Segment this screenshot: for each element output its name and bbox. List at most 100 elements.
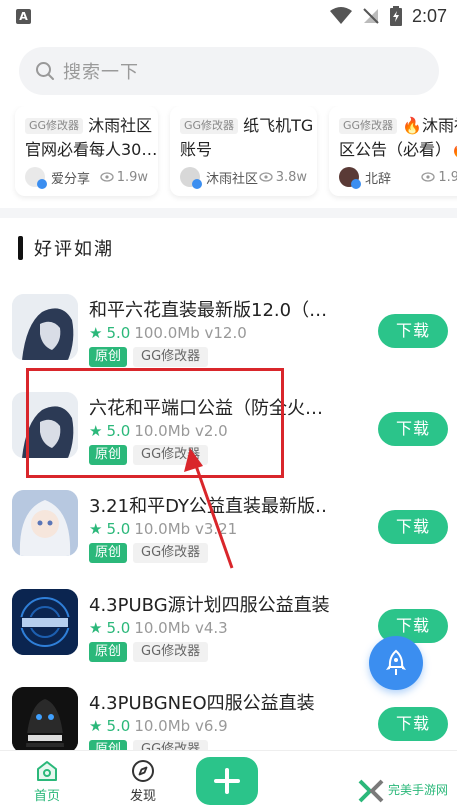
post-title: 🔥沐雨社 xyxy=(402,116,457,135)
post-card[interactable]: GG修改器 沐雨社区 官网必看每人30… 爱分享 1.9w xyxy=(15,106,158,196)
app-rating: 5.0 xyxy=(106,520,131,538)
eye-icon xyxy=(100,172,114,182)
post-views: 1.9w xyxy=(100,170,148,185)
section-title: 好评如潮 xyxy=(34,239,114,260)
rocket-button[interactable] xyxy=(369,636,423,690)
app-size-version: 100.0Mb v12.0 xyxy=(134,324,247,342)
post-title-line2: 官网必看每人30… xyxy=(25,140,158,159)
post-author: 沐雨社区 xyxy=(206,171,259,187)
post-title: 沐雨社区 xyxy=(88,116,153,135)
watermark: 完美手游网 xyxy=(300,757,457,812)
download-button[interactable]: 下载 xyxy=(378,707,448,741)
post-title: 纸飞机TG xyxy=(243,116,314,135)
app-icon xyxy=(12,294,78,360)
tag-original: 原创 xyxy=(89,543,128,563)
nav-home[interactable]: 首页 xyxy=(17,757,77,804)
app-title: 3.21和平DY公益直装最新版… xyxy=(89,496,329,517)
no-signal-icon xyxy=(363,8,379,24)
star-icon: ★ xyxy=(89,717,103,735)
app-size-version: 10.0Mb v4.3 xyxy=(134,619,228,637)
app-tags: 原创GG修改器 xyxy=(89,543,209,563)
eye-icon xyxy=(259,172,273,182)
post-views-count: 1.9 xyxy=(438,169,457,185)
tag-category: GG修改器 xyxy=(133,642,209,662)
tag-original: 原创 xyxy=(89,642,128,662)
post-title-line: GG修改器 沐雨社区 xyxy=(25,114,152,138)
app-title: 和平六花直装最新版12.0（… xyxy=(89,300,328,321)
post-footer: 沐雨社区 3.8w xyxy=(180,166,307,189)
list-item[interactable]: 3.21和平DY公益直装最新版… ★ 5.0 10.0Mb v3.21 原创 GG修改… xyxy=(0,490,457,588)
app-icon xyxy=(12,589,78,655)
search-bar[interactable]: 搜索一下 xyxy=(19,47,439,95)
search-icon xyxy=(36,62,54,80)
annotation-highlight-box xyxy=(26,368,284,478)
clock: 2:07 xyxy=(411,5,447,26)
app-icon xyxy=(12,490,78,556)
battery-icon xyxy=(389,6,402,26)
nav-discover[interactable]: 发现 xyxy=(113,757,173,804)
app-tags: 原创GG修改器 xyxy=(89,347,209,367)
post-title-line2: 账号 xyxy=(180,140,213,159)
section-marker xyxy=(18,236,23,260)
watermark-logo xyxy=(358,779,384,803)
star-icon: ★ xyxy=(89,520,103,538)
post-footer: 爱分享 1.9w xyxy=(25,166,148,189)
star-icon: ★ xyxy=(89,324,103,342)
post-card[interactable]: GG修改器🔥沐雨社 区公告（必看）🔥 北辞 1.9 xyxy=(329,106,457,196)
status-bar: A 2:07 xyxy=(0,0,457,34)
post-title-line: GG修改器🔥沐雨社 xyxy=(339,114,457,138)
tag-category: GG修改器 xyxy=(133,347,209,367)
nav-discover-label: 发现 xyxy=(129,789,156,804)
post-views-count: 3.8w xyxy=(275,169,307,185)
app-rating: 5.0 xyxy=(106,619,131,637)
download-button[interactable]: 下载 xyxy=(378,510,448,544)
post-title-line: GG修改器 纸飞机TG xyxy=(180,114,313,138)
app-notification-icon: A xyxy=(16,9,31,24)
app-title: 4.3PUBG源计划四服公益直装 xyxy=(89,595,329,616)
app-size-version: 10.0Mb v6.9 xyxy=(134,717,228,735)
tag-category: GG修改器 xyxy=(133,543,209,563)
status-icons: 2:07 xyxy=(329,4,447,28)
avatar xyxy=(25,167,47,189)
post-tag: GG修改器 xyxy=(339,118,398,134)
watermark-text: 完美手游网 xyxy=(388,783,449,797)
app-rating: 5.0 xyxy=(106,324,131,342)
tag-original: 原创 xyxy=(89,347,128,367)
download-button[interactable]: 下载 xyxy=(378,412,448,446)
post-author: 北辞 xyxy=(365,171,392,187)
create-button[interactable] xyxy=(196,757,258,805)
app-size-version: 10.0Mb v3.21 xyxy=(134,520,238,538)
post-tag: GG修改器 xyxy=(25,118,84,134)
download-button[interactable]: 下载 xyxy=(378,314,448,348)
post-views: 3.8w xyxy=(259,170,307,185)
post-views: 1.9 xyxy=(421,170,457,185)
avatar xyxy=(180,167,202,189)
app-meta: ★ 5.0 100.0Mb v12.0 xyxy=(89,324,247,342)
app-meta: ★ 5.0 10.0Mb v3.21 xyxy=(89,520,237,538)
home-icon xyxy=(37,761,57,781)
app-tags: 原创GG修改器 xyxy=(89,642,209,662)
featured-posts: GG修改器 沐雨社区 官网必看每人30… 爱分享 1.9w GG修改器 纸飞机TG … xyxy=(0,106,457,202)
nav-home-label: 首页 xyxy=(33,789,60,804)
compass-icon xyxy=(132,760,154,782)
post-title-line2: 区公告（必看）🔥 xyxy=(339,140,457,159)
app-title: 4.3PUBGNEO四服公益直装 xyxy=(89,693,315,714)
post-footer: 北辞 1.9 xyxy=(339,166,457,189)
app-rating: 5.0 xyxy=(106,717,131,735)
post-card[interactable]: GG修改器 纸飞机TG 账号 沐雨社区 3.8w xyxy=(170,106,317,196)
plus-icon xyxy=(214,768,240,794)
bottom-nav: 首页 发现 完美手游网 xyxy=(0,750,457,812)
app-meta: ★ 5.0 10.0Mb v4.3 xyxy=(89,619,228,637)
star-icon: ★ xyxy=(89,619,103,637)
section-divider xyxy=(0,208,457,218)
post-author: 爱分享 xyxy=(51,171,91,187)
wifi-icon xyxy=(329,7,352,24)
rocket-icon xyxy=(386,649,406,675)
post-tag: GG修改器 xyxy=(180,118,239,134)
post-views-count: 1.9w xyxy=(116,169,148,185)
search-placeholder: 搜索一下 xyxy=(63,62,139,83)
avatar xyxy=(339,167,361,189)
app-meta: ★ 5.0 10.0Mb v6.9 xyxy=(89,717,228,735)
eye-icon xyxy=(421,172,435,182)
app-icon xyxy=(12,687,78,753)
